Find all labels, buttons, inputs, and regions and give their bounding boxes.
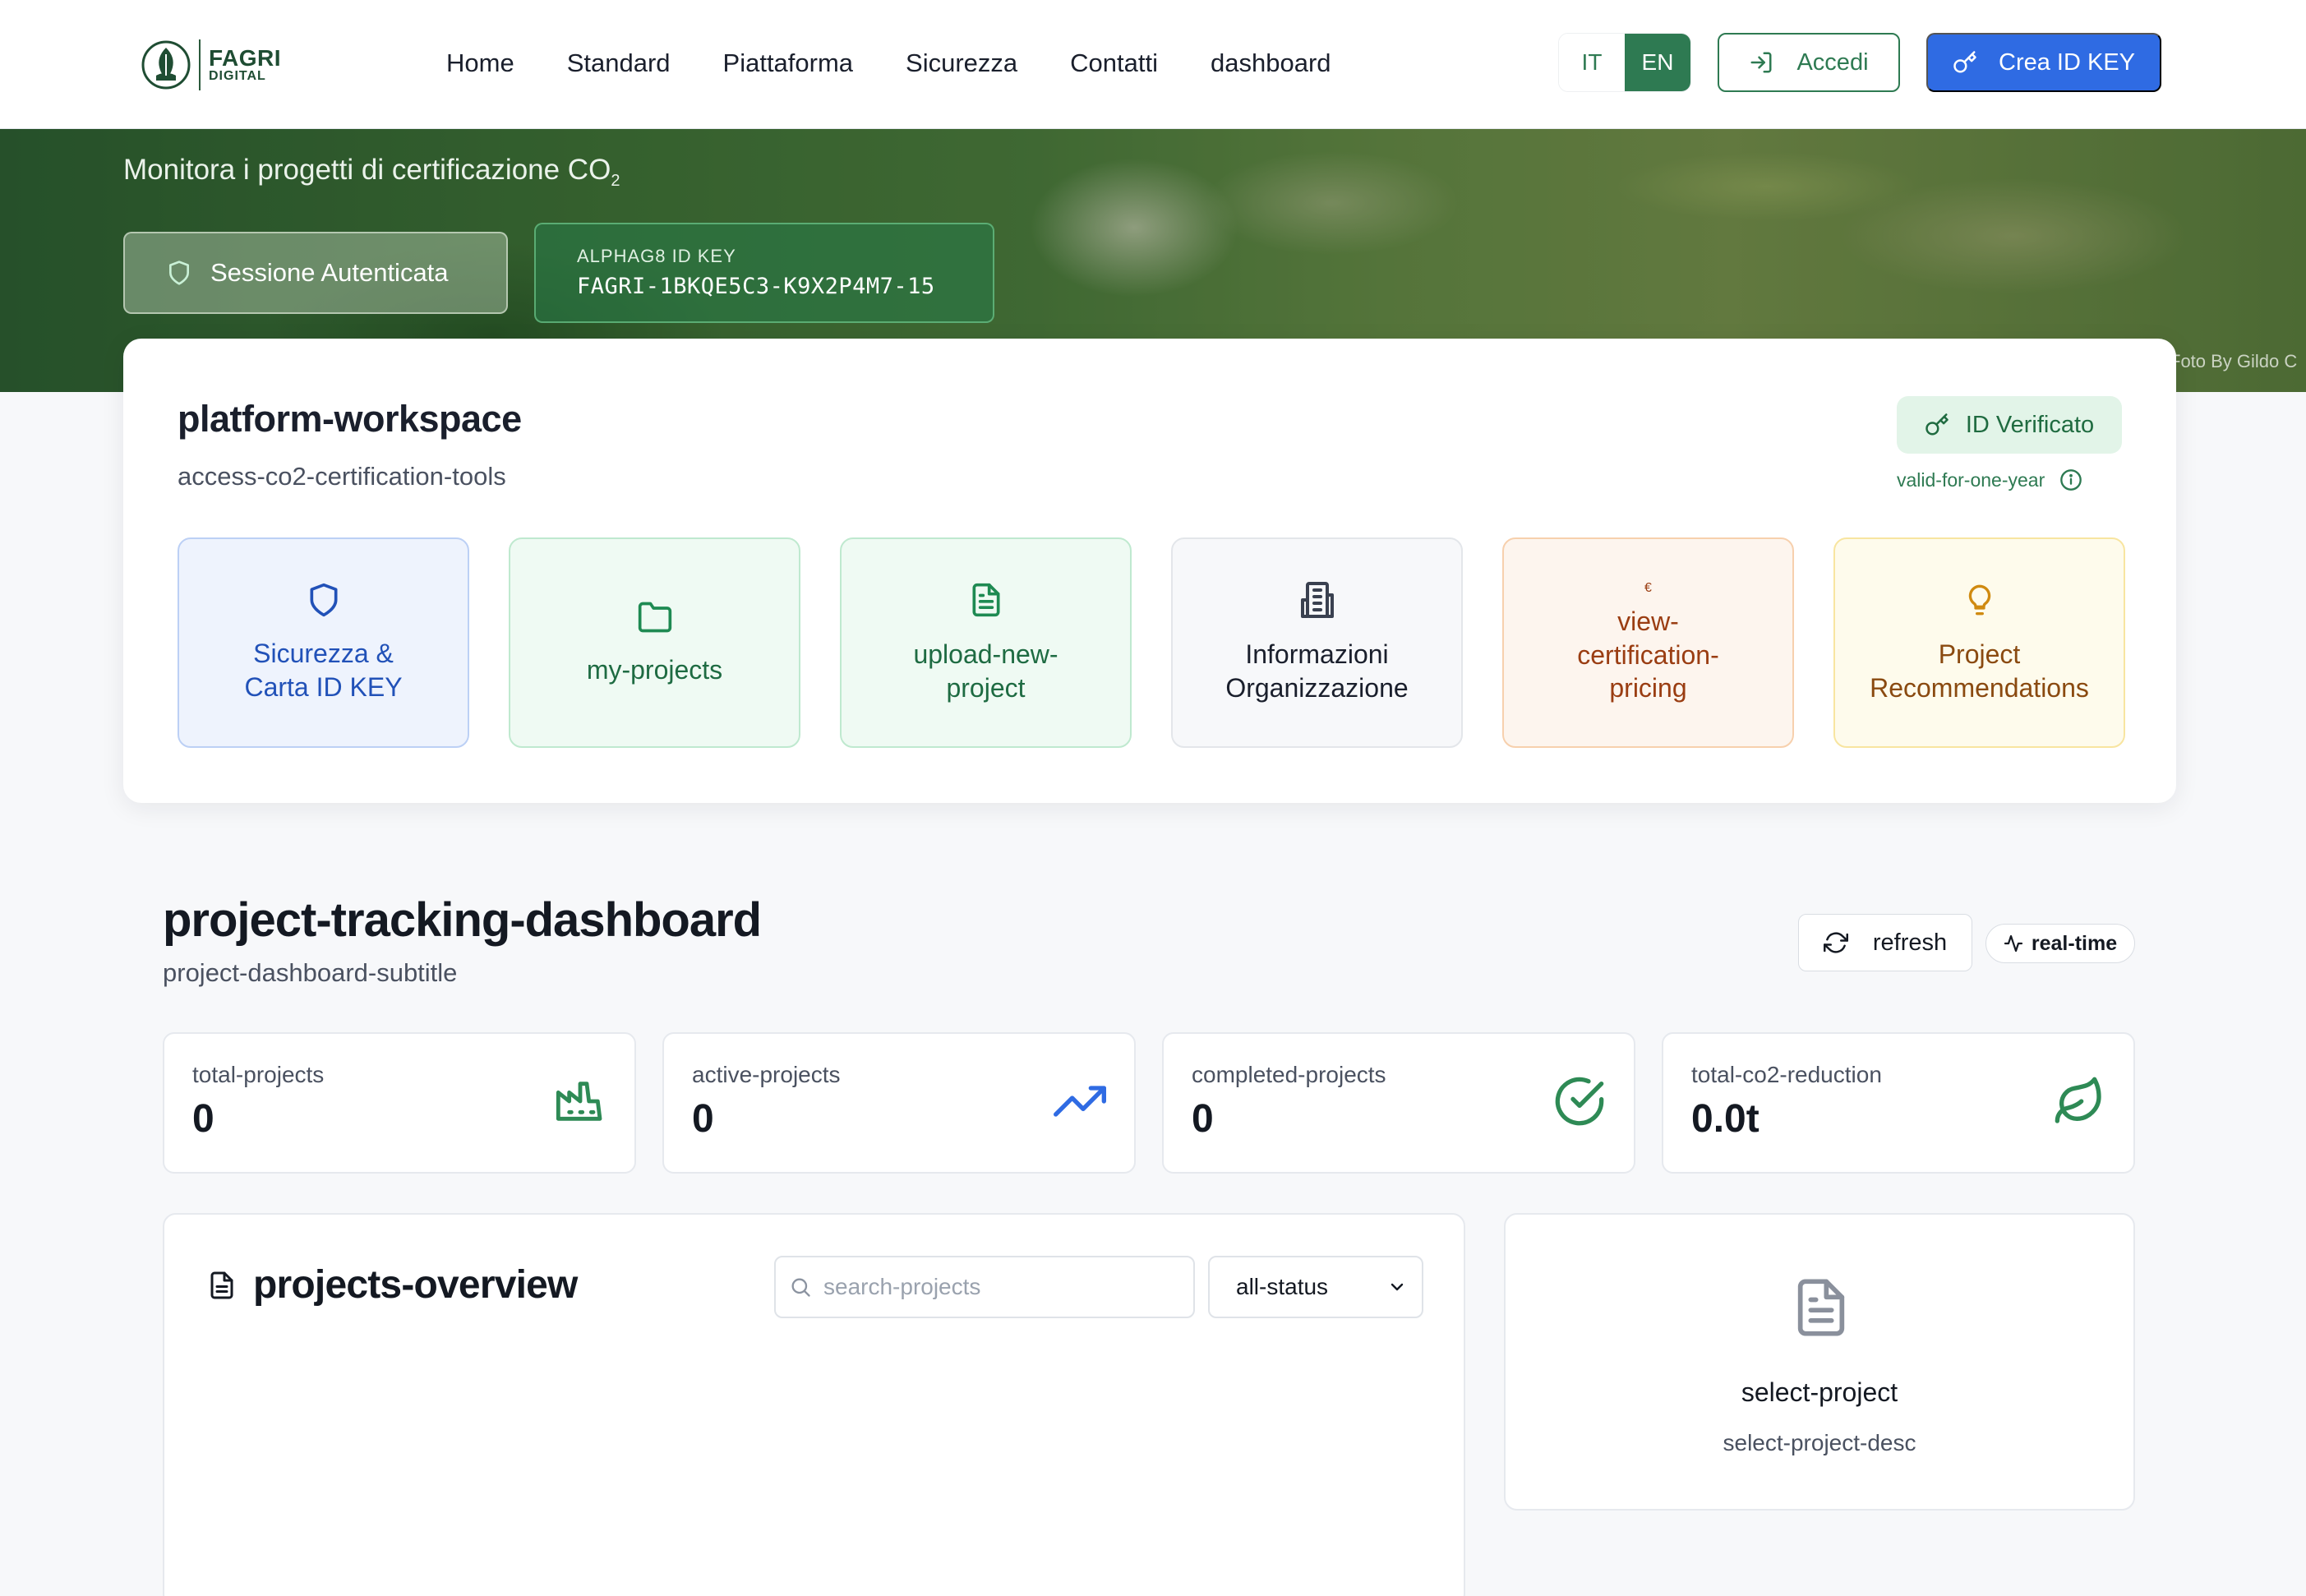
trending-up-icon xyxy=(1054,1086,1106,1117)
photo-credit: Foto By Gildo C xyxy=(2170,351,2298,371)
session-status-label: Sessione Autenticata xyxy=(210,258,449,287)
create-id-key-label: Crea ID KEY xyxy=(1999,48,2135,76)
tile-label: view-certification-pricing xyxy=(1577,607,1719,703)
file-text-icon xyxy=(1797,1279,1845,1336)
select-project-title: select-project xyxy=(1741,1377,1898,1407)
factory-icon xyxy=(556,1082,602,1121)
tile-label: Sicurezza & Carta ID KEY xyxy=(244,639,403,702)
stat-value: 0.0t xyxy=(1691,1097,1759,1141)
main-nav: Home Standard Piattaforma Sicurezza Cont… xyxy=(446,44,1331,82)
brand-line-2: DIGITAL xyxy=(209,69,266,83)
workspace-subtitle: access-co2-certification-tools xyxy=(178,462,506,491)
status-filter-value: all-status xyxy=(1236,1274,1329,1299)
stat-card-total-projects: total-projects 0 xyxy=(163,1032,636,1174)
refresh-icon xyxy=(1823,932,1848,953)
tile-label: Project Recommendations xyxy=(1870,639,2089,703)
hero-title: Monitora i progetti di certificazione CO… xyxy=(123,154,620,191)
check-circle-icon xyxy=(1555,1077,1604,1126)
id-key-value: FAGRI-1BKQE5C3-K9X2P4M7-15 xyxy=(577,274,935,299)
search-icon xyxy=(791,1278,810,1297)
id-key-display: ALPHAG8 ID KEY FAGRI-1BKQE5C3-K9X2P4M7-1… xyxy=(534,223,994,323)
project-search xyxy=(774,1256,1195,1318)
key-icon xyxy=(1926,413,1949,436)
login-icon xyxy=(1750,52,1772,73)
brand-wordmark: FAGRI DIGITAL xyxy=(209,47,281,83)
info-icon[interactable] xyxy=(2059,468,2082,491)
select-project-description: select-project-desc xyxy=(1723,1430,1916,1455)
stat-value: 0 xyxy=(192,1097,214,1141)
stat-label: total-co2-reduction xyxy=(1691,1062,1882,1087)
stat-label: completed-projects xyxy=(1192,1062,1386,1087)
file-text-icon xyxy=(972,584,999,617)
dashboard-subtitle: project-dashboard-subtitle xyxy=(163,958,458,987)
stat-value: 0 xyxy=(1192,1097,1214,1141)
validity-info: valid-for-one-year xyxy=(1897,468,2082,491)
logo-separator xyxy=(199,39,201,90)
folder-icon xyxy=(638,602,671,633)
id-verified-badge: ID Verificato xyxy=(1897,396,2122,454)
stat-value: 0 xyxy=(692,1097,714,1141)
login-button-label: Accedi xyxy=(1796,48,1869,76)
key-icon xyxy=(1953,51,1976,73)
lightbulb-icon xyxy=(1968,585,1990,616)
id-key-label: ALPHAG8 ID KEY xyxy=(577,246,736,266)
shield-icon xyxy=(310,584,337,617)
projects-overview-header: projects-overview xyxy=(207,1262,578,1308)
activity-icon xyxy=(2004,934,2022,953)
workspace-tiles: Sicurezza & Carta ID KEY my-projects upl… xyxy=(178,537,2125,748)
language-switcher: IT EN xyxy=(1558,33,1691,92)
search-input[interactable] xyxy=(823,1274,1169,1300)
shield-icon xyxy=(169,261,189,285)
tile-upload-new-project[interactable]: upload-new-project xyxy=(840,537,1132,748)
tile-label: upload-new-project xyxy=(913,639,1058,703)
tile-organization-info[interactable]: Informazioni Organizzazione xyxy=(1171,537,1463,748)
euro-icon: € xyxy=(1644,580,1652,595)
id-verified-label: ID Verificato xyxy=(1965,411,2095,438)
brand-logo[interactable]: FAGRI DIGITAL xyxy=(141,36,281,94)
projects-overview-title: projects-overview xyxy=(253,1263,578,1307)
tile-my-projects[interactable]: my-projects xyxy=(509,537,800,748)
building-icon xyxy=(1300,582,1334,619)
stat-card-active-projects: active-projects 0 xyxy=(662,1032,1136,1174)
tile-certification-pricing[interactable]: € view-certification-pricing xyxy=(1502,537,1794,748)
session-status-badge: Sessione Autenticata xyxy=(123,232,508,314)
hero-title-text: Monitora i progetti di certificazione CO xyxy=(123,154,611,186)
realtime-label: real-time xyxy=(2031,931,2118,955)
refresh-label: refresh xyxy=(1872,929,1948,956)
select-project-panel: select-project select-project-desc xyxy=(1504,1213,2135,1511)
tile-label: Informazioni Organizzazione xyxy=(1225,639,1409,703)
hero-title-subscript: 2 xyxy=(611,172,620,190)
stat-card-total-co2-reduction: total-co2-reduction 0.0t xyxy=(1662,1032,2135,1174)
stat-label: total-projects xyxy=(192,1062,325,1087)
nav-link-home[interactable]: Home xyxy=(446,44,514,82)
brand-line-1: FAGRI xyxy=(209,45,282,71)
status-filter-select[interactable]: all-status xyxy=(1208,1256,1423,1318)
refresh-button[interactable]: refresh xyxy=(1798,914,1972,971)
brand-emblem-icon xyxy=(141,40,191,90)
stat-card-completed-projects: completed-projects 0 xyxy=(1162,1032,1635,1174)
projects-overview-panel: projects-overview all-status xyxy=(163,1213,1465,1596)
create-id-key-button[interactable]: Crea ID KEY xyxy=(1926,33,2161,92)
top-navbar: FAGRI DIGITAL Home Standard Piattaforma … xyxy=(0,0,2306,129)
realtime-badge: real-time xyxy=(1985,924,2135,963)
nav-link-standard[interactable]: Standard xyxy=(567,44,671,82)
tile-project-recommendations[interactable]: Project Recommendations xyxy=(1833,537,2125,748)
stat-label: active-projects xyxy=(692,1062,841,1087)
lang-option-en[interactable]: EN xyxy=(1625,34,1690,91)
tile-label: my-projects xyxy=(586,654,723,685)
validity-text: valid-for-one-year xyxy=(1897,468,2045,491)
file-text-icon xyxy=(210,1271,233,1298)
login-button[interactable]: Accedi xyxy=(1718,33,1900,92)
lang-option-it[interactable]: IT xyxy=(1559,34,1625,91)
chevron-down-icon xyxy=(1391,1283,1404,1291)
tile-security-id-card[interactable]: Sicurezza & Carta ID KEY xyxy=(178,537,469,748)
nav-link-dashboard[interactable]: dashboard xyxy=(1211,44,1331,82)
leaf-icon xyxy=(2055,1077,2101,1123)
nav-link-piattaforma[interactable]: Piattaforma xyxy=(723,44,854,82)
nav-link-sicurezza[interactable]: Sicurezza xyxy=(906,44,1017,82)
dashboard-title: project-tracking-dashboard xyxy=(163,893,762,947)
workspace-card: platform-workspace access-co2-certificat… xyxy=(123,339,2176,803)
workspace-title: platform-workspace xyxy=(178,398,522,440)
nav-link-contatti[interactable]: Contatti xyxy=(1070,44,1158,82)
